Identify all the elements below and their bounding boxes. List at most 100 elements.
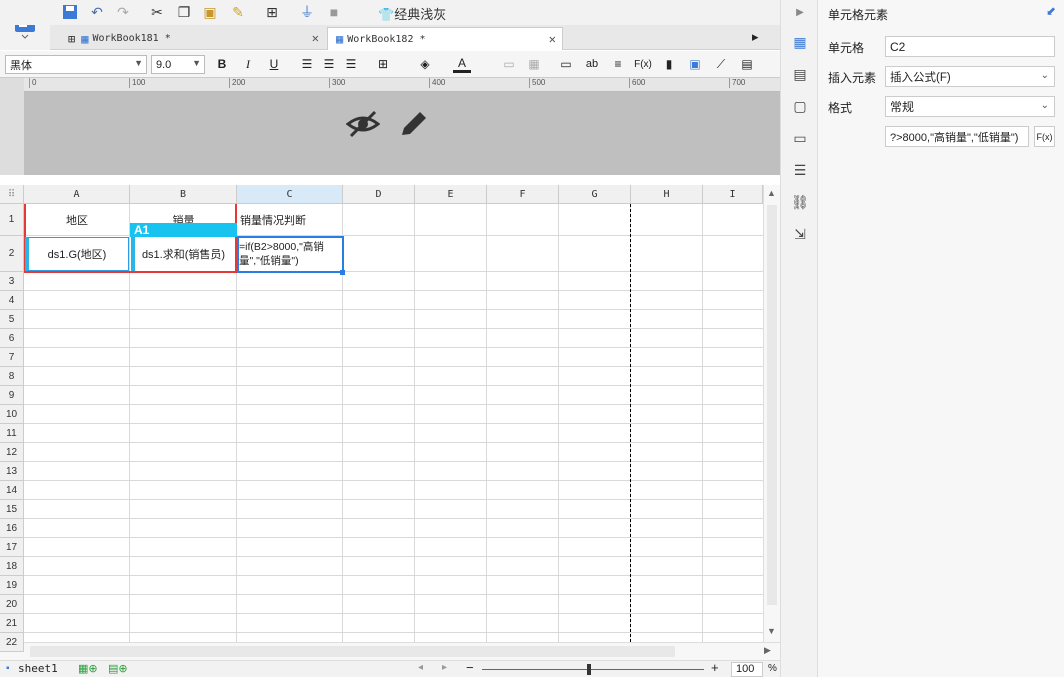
row-header[interactable]: 5 — [0, 310, 24, 329]
cell-grid[interactable]: 地区 销量 销量情况判断 ds1.G(地区) ds1.求和(销售员) =if(B… — [24, 204, 763, 642]
format-select[interactable]: 常规 ⌄ — [885, 96, 1055, 117]
column-header[interactable]: D — [343, 185, 415, 204]
column-header[interactable]: I — [703, 185, 763, 204]
italic-button[interactable]: I — [239, 55, 257, 73]
row-header[interactable]: 16 — [0, 519, 24, 538]
subreport-icon[interactable]: ▤ — [738, 55, 756, 73]
row-header[interactable]: 8 — [0, 367, 24, 386]
zoom-out-icon[interactable]: − — [466, 660, 474, 675]
zoom-slider[interactable] — [482, 669, 704, 670]
row-header[interactable]: 10 — [0, 405, 24, 424]
edit-pencil-icon[interactable] — [398, 109, 430, 142]
font-family-select[interactable]: 黑体 ▼ — [5, 55, 147, 74]
connect-icon[interactable]: ⏚ — [297, 2, 317, 22]
formula-field[interactable]: ?>8000,"高销量","低销量") — [885, 126, 1029, 147]
border-icon[interactable]: ⊞ — [374, 55, 392, 73]
row-header[interactable]: 3 — [0, 272, 24, 291]
cell-attr-icon[interactable]: ▤ — [790, 64, 810, 84]
align-left-icon[interactable]: ☰ — [298, 55, 316, 73]
merge-icon[interactable]: ▭ — [500, 55, 518, 73]
column-header[interactable]: C — [237, 185, 343, 204]
zoom-input[interactable]: 100 — [731, 662, 763, 677]
row-header[interactable]: 7 — [0, 348, 24, 367]
font-color-icon[interactable]: A — [453, 55, 471, 73]
row-header[interactable]: 14 — [0, 481, 24, 500]
font-size-select[interactable]: 9.0 ▼ — [151, 55, 205, 74]
scroll-thumb[interactable] — [30, 646, 675, 657]
slash-icon[interactable]: ⟋ — [712, 55, 730, 73]
align-right-icon[interactable]: ☰ — [342, 55, 360, 73]
save-icon[interactable] — [60, 2, 80, 22]
import-icon[interactable]: ⇲ — [790, 224, 810, 244]
row-header[interactable]: 22 — [0, 633, 24, 652]
add-sheet-icon[interactable]: ▦⊕ — [78, 662, 98, 675]
header-design-area[interactable] — [24, 92, 780, 175]
cell-field[interactable]: C2 — [885, 36, 1055, 57]
row-header[interactable]: 4 — [0, 291, 24, 310]
dropdown-widget-icon[interactable]: ▭ — [790, 128, 810, 148]
tab-workbook182[interactable]: ▦ WorkBook182 * ✕ — [327, 27, 563, 50]
formula-editor-button[interactable]: F(x) — [1034, 126, 1055, 147]
text-icon[interactable]: ▭ — [557, 55, 575, 73]
cell-c1[interactable]: 销量情况判断 — [237, 204, 343, 236]
column-header[interactable]: G — [559, 185, 631, 204]
scroll-right-icon[interactable]: ▶ — [764, 645, 771, 656]
copy-icon[interactable]: ❐ — [174, 2, 194, 22]
chart-icon[interactable]: ▮ — [660, 55, 678, 73]
sheet-next-icon[interactable]: ▸ — [442, 662, 447, 673]
row-header[interactable]: 15 — [0, 500, 24, 519]
column-header[interactable]: B — [130, 185, 237, 204]
template-icon[interactable]: ⊞ — [262, 2, 282, 22]
scroll-thumb[interactable] — [767, 205, 777, 605]
hide-eye-icon[interactable] — [345, 109, 381, 142]
theme-button[interactable]: 👕经典浅灰 — [378, 4, 446, 23]
sheet-prev-icon[interactable]: ◂ — [418, 662, 423, 673]
horizontal-scrollbar[interactable]: ▶ — [0, 642, 780, 660]
disabled-icon[interactable]: ■ — [324, 2, 344, 22]
row-header[interactable]: 6 — [0, 329, 24, 348]
zoom-in-icon[interactable]: + — [711, 660, 719, 675]
column-header[interactable]: A — [24, 185, 130, 204]
fill-color-icon[interactable]: ◈ — [416, 55, 434, 73]
widget-icon[interactable]: ▢ — [790, 96, 810, 116]
cell-element-icon[interactable]: ▦ — [790, 32, 810, 52]
row-header[interactable]: 11 — [0, 424, 24, 443]
add-polysheet-icon[interactable]: ▤⊕ — [108, 662, 128, 675]
column-header[interactable]: E — [415, 185, 487, 204]
select-all-corner[interactable]: ⠿ — [0, 185, 24, 204]
fill-handle[interactable] — [340, 270, 345, 275]
image-icon[interactable]: ▣ — [686, 55, 704, 73]
rich-text-icon[interactable]: ≡ — [609, 55, 627, 73]
paste-icon[interactable]: ▣ — [200, 2, 220, 22]
zoom-slider-thumb[interactable] — [587, 664, 591, 675]
scroll-down-icon[interactable]: ▼ — [767, 626, 776, 636]
formula-icon[interactable]: F(x) — [634, 55, 652, 73]
scroll-up-icon[interactable]: ▲ — [767, 188, 776, 198]
row-header[interactable]: 13 — [0, 462, 24, 481]
close-icon[interactable]: ✕ — [549, 32, 556, 46]
row-header[interactable]: 12 — [0, 443, 24, 462]
row-header[interactable]: 2 — [0, 236, 24, 272]
row-header[interactable]: 18 — [0, 557, 24, 576]
row-header[interactable]: 19 — [0, 576, 24, 595]
column-header[interactable]: F — [487, 185, 559, 204]
format-painter-icon[interactable]: ✎ — [228, 2, 248, 22]
align-center-icon[interactable]: ☰ — [320, 55, 338, 73]
row-header[interactable]: 9 — [0, 386, 24, 405]
column-header[interactable]: H — [631, 185, 703, 204]
tab-menu-icon[interactable]: ▸ — [752, 29, 759, 45]
tab-workbook181[interactable]: ⊞ ▦ WorkBook181 * ✕ — [60, 27, 325, 50]
row-header[interactable]: 20 — [0, 595, 24, 614]
cut-icon[interactable]: ✂ — [147, 2, 167, 22]
condition-icon[interactable]: ☰ — [790, 160, 810, 180]
insert-element-select[interactable]: 插入公式(F) ⌄ — [885, 66, 1055, 87]
undo-icon[interactable]: ↶ — [87, 2, 107, 22]
vertical-scrollbar[interactable]: ▲ ▼ — [763, 185, 780, 642]
underline-button[interactable]: U — [265, 55, 283, 73]
sheet-tab[interactable]: sheet1 — [18, 662, 58, 675]
collapse-icon[interactable]: ▶ — [790, 2, 810, 22]
bold-button[interactable]: B — [213, 55, 231, 73]
ab-icon[interactable]: ab — [583, 55, 601, 73]
pin-icon[interactable]: ⬋ — [1046, 4, 1056, 18]
row-header[interactable]: 1 — [0, 204, 24, 236]
